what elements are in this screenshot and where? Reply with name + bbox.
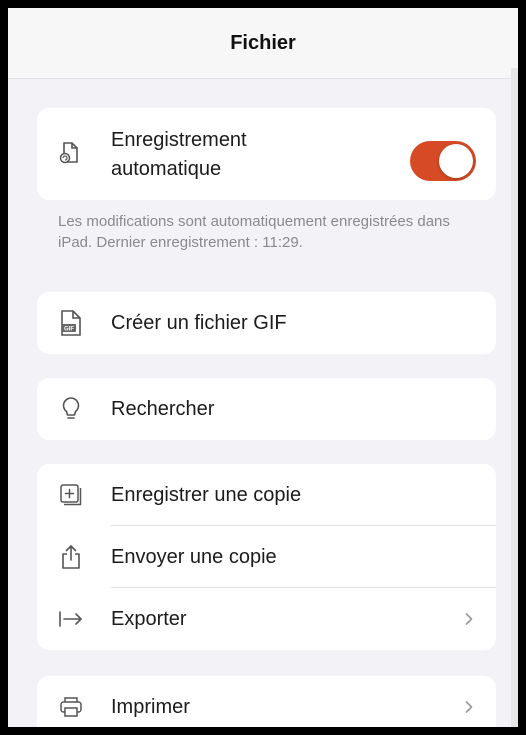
search-label: Rechercher [111, 397, 215, 420]
copy-group-card: Enregistrer une copie Envoyer une copie [37, 464, 496, 650]
export-row[interactable]: Exporter [37, 588, 496, 650]
autosave-note: Les modifications sont automatiquement e… [58, 213, 450, 251]
print-label: Imprimer [111, 695, 190, 718]
share-icon [57, 543, 85, 571]
export-arrow-icon [57, 605, 85, 633]
autosave-label: Enregistrement automatique [111, 129, 247, 180]
gif-document-icon: GIF [57, 309, 85, 337]
save-copy-row[interactable]: Enregistrer une copie [37, 464, 496, 526]
document-autosave-icon [57, 140, 85, 168]
print-card[interactable]: Imprimer [37, 676, 496, 727]
page-title: Fichier [230, 31, 296, 54]
header-bar: Fichier [8, 8, 518, 79]
create-gif-row[interactable]: GIF Créer un fichier GIF [37, 292, 496, 354]
scrollbar[interactable] [511, 68, 518, 727]
chevron-right-icon [462, 612, 476, 626]
autosave-toggle[interactable] [410, 141, 476, 181]
file-panel: Fichier Enregistrement automatique Les m… [8, 8, 518, 727]
toggle-knob [439, 144, 473, 178]
chevron-right-icon [462, 700, 476, 714]
plus-square-icon [57, 481, 85, 509]
create-gif-card[interactable]: GIF Créer un fichier GIF [37, 292, 496, 354]
export-label: Exporter [111, 607, 187, 630]
autosave-card: Enregistrement automatique [37, 108, 496, 200]
printer-icon [57, 693, 85, 721]
send-copy-row[interactable]: Envoyer une copie [37, 526, 496, 588]
lightbulb-icon [57, 395, 85, 423]
svg-text:GIF: GIF [64, 327, 74, 333]
print-row[interactable]: Imprimer [37, 676, 496, 727]
create-gif-label: Créer un fichier GIF [111, 311, 287, 334]
search-row[interactable]: Rechercher [37, 378, 496, 440]
search-card[interactable]: Rechercher [37, 378, 496, 440]
send-copy-label: Envoyer une copie [111, 545, 277, 568]
save-copy-label: Enregistrer une copie [111, 483, 302, 506]
